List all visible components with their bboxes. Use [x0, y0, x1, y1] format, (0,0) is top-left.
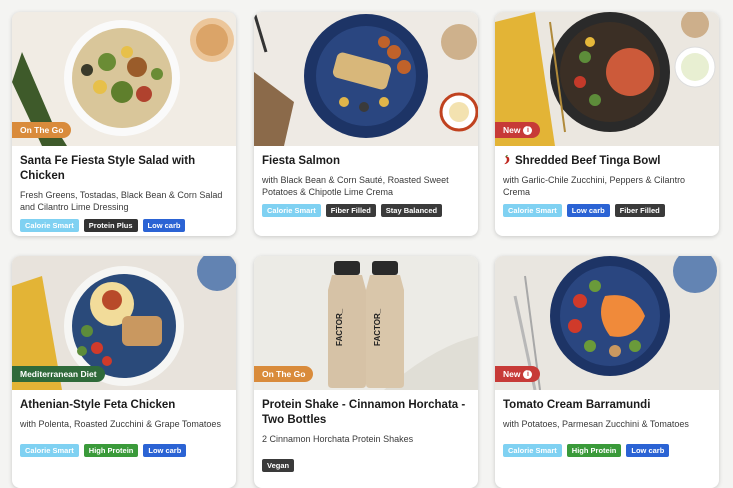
meal-title: Fiesta Salmon	[262, 155, 340, 167]
info-icon[interactable]: i	[523, 125, 533, 135]
tag-high-protein: High Protein	[566, 444, 622, 457]
meal-image: Mediterranean Diet	[12, 256, 236, 390]
tag-calorie-smart: Calorie Smart	[20, 219, 79, 232]
meal-image: On The Go	[12, 12, 236, 146]
tag-vegan: Vegan	[262, 459, 295, 472]
meal-title: Athenian-Style Feta Chicken	[20, 399, 176, 411]
bottle-label-text: FACTOR_	[373, 308, 382, 346]
meal-description: with Black Bean & Corn Sauté, Roasted Sw…	[262, 175, 449, 197]
meal-image: New i	[495, 12, 719, 146]
info-icon[interactable]: i	[523, 369, 533, 379]
tag-fiber-filled: Fiber Filled	[325, 204, 376, 217]
meal-description: Fresh Greens, Tostadas, Black Bean & Cor…	[20, 190, 223, 212]
tag-calorie-smart: Calorie Smart	[20, 444, 79, 457]
meal-title: Santa Fe Fiesta Style Salad with Chicken	[20, 155, 196, 182]
bottle-label-text: FACTOR_	[335, 308, 344, 346]
meal-description: with Potatoes, Parmesan Zucchini & Tomat…	[503, 419, 689, 429]
tag-list: Calorie Smart Fiber Filled Stay Balanced	[262, 204, 470, 217]
meal-card-athenian-feta-chicken[interactable]: Mediterranean Diet Athenian-Style Feta C…	[12, 256, 236, 488]
tag-low-carb: Low carb	[626, 444, 670, 457]
tag-calorie-smart: Calorie Smart	[503, 204, 562, 217]
tag-list: Vegan	[262, 459, 470, 472]
meal-image: FACTOR_ FACTOR_ On The Go	[254, 256, 478, 390]
meal-card-beef-tinga-bowl[interactable]: New i Shredded Beef Tinga Bowl with Garl…	[495, 12, 719, 236]
tag-low-carb: Low carb	[142, 219, 186, 232]
meal-grid: On The Go Santa Fe Fiesta Style Salad wi…	[0, 0, 733, 488]
tag-list: Calorie Smart High Protein Low carb	[20, 444, 228, 457]
badge-on-the-go: On The Go	[254, 366, 314, 382]
meal-card-tomato-cream-barramundi[interactable]: New i Tomato Cream Barramundi with Potat…	[495, 256, 719, 488]
badge-label: New	[503, 369, 521, 379]
meal-title: Shredded Beef Tinga Bowl	[503, 154, 711, 169]
meal-card-santa-fe-salad[interactable]: On The Go Santa Fe Fiesta Style Salad wi…	[12, 12, 236, 236]
badge-label: New	[503, 125, 521, 135]
meal-image: New i	[495, 256, 719, 390]
tag-list: Calorie Smart Low carb Fiber Filled	[503, 204, 711, 217]
tag-fiber-filled: Fiber Filled	[614, 204, 665, 217]
meal-description: with Garlic-Chile Zucchini, Peppers & Ci…	[503, 175, 686, 197]
badge-new: New i	[495, 366, 541, 382]
meal-card-protein-shake[interactable]: FACTOR_ FACTOR_ On The Go Protein Shake …	[254, 256, 478, 488]
badge-new: New i	[495, 122, 541, 138]
tag-list: Calorie Smart High Protein Low carb	[503, 444, 711, 457]
chili-pepper-icon	[504, 155, 510, 165]
badge-on-the-go: On The Go	[12, 122, 72, 138]
meal-image	[254, 12, 478, 146]
meal-description: with Polenta, Roasted Zucchini & Grape T…	[20, 419, 221, 429]
meal-description: 2 Cinnamon Horchata Protein Shakes	[262, 434, 414, 444]
meal-title-text: Shredded Beef Tinga Bowl	[515, 155, 661, 167]
meal-title: Protein Shake - Cinnamon Horchata - Two …	[262, 399, 466, 426]
tag-low-carb: Low carb	[566, 204, 610, 217]
tag-low-carb: Low carb	[143, 444, 187, 457]
tag-protein-plus: Protein Plus	[83, 219, 138, 232]
tag-stay-balanced: Stay Balanced	[380, 204, 443, 217]
meal-card-fiesta-salmon[interactable]: Fiesta Salmon with Black Bean & Corn Sau…	[254, 12, 478, 236]
tag-high-protein: High Protein	[83, 444, 139, 457]
tag-list: Calorie Smart Protein Plus Low carb	[20, 219, 228, 232]
tag-calorie-smart: Calorie Smart	[503, 444, 562, 457]
tag-calorie-smart: Calorie Smart	[262, 204, 321, 217]
meal-title: Tomato Cream Barramundi	[503, 399, 651, 411]
badge-mediterranean-diet: Mediterranean Diet	[12, 366, 105, 382]
